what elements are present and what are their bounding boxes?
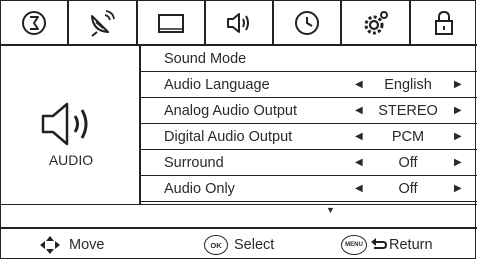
menu-item-value: English [384, 77, 432, 93]
section-title: AUDIO [48, 152, 94, 168]
right-arrow-icon[interactable]: ▶ [454, 79, 462, 90]
audio-settings-list: Sound Mode Audio Language ◀ English ▶ An… [141, 46, 477, 202]
menu-item-value: Off [398, 181, 418, 197]
clock-icon [295, 10, 320, 35]
tab-audio[interactable] [205, 1, 275, 44]
menu-item-value: Off [398, 155, 418, 171]
menu-item-audio-language[interactable]: Audio Language ◀ English ▶ [141, 72, 477, 98]
dpad-icon [40, 236, 60, 254]
tab-lock[interactable] [411, 1, 477, 44]
return-arrow-icon [371, 238, 388, 249]
left-arrow-icon[interactable]: ◀ [355, 157, 363, 168]
menu-item-analog-audio-output[interactable]: Analog Audio Output ◀ STEREO ▶ [141, 98, 477, 124]
menu-item-label: Audio Language [164, 77, 270, 93]
right-arrow-icon[interactable]: ▶ [454, 105, 462, 116]
right-arrow-icon[interactable]: ▶ [454, 131, 462, 142]
left-arrow-icon[interactable]: ◀ [355, 131, 363, 142]
menu-item-label: Audio Only [164, 181, 235, 197]
ok-button-icon: OK [204, 235, 228, 255]
menu-item-sound-mode[interactable]: Sound Mode [141, 46, 477, 72]
hint-return: MENU Return [341, 235, 433, 255]
speaker-large-icon [41, 102, 88, 146]
left-arrow-icon[interactable]: ◀ [355, 105, 363, 116]
picture-tab-icon [22, 10, 47, 35]
menu-item-audio-only[interactable]: Audio Only ◀ Off ▶ [141, 176, 477, 202]
satellite-dish-icon [91, 9, 116, 37]
screen-tab-icon [157, 13, 184, 33]
menu-item-label: Analog Audio Output [164, 103, 298, 119]
menu-item-digital-audio-output[interactable]: Digital Audio Output ◀ PCM ▶ [141, 124, 477, 150]
hint-move-label: Move [69, 237, 105, 253]
tab-screen[interactable] [138, 1, 206, 44]
hint-select: OK Select [204, 235, 274, 255]
tab-time[interactable] [274, 1, 343, 44]
hint-move: Move [37, 235, 104, 255]
menu-item-label: Digital Audio Output [164, 129, 293, 145]
scroll-down-icon[interactable]: ▼ [326, 205, 335, 215]
gear-icon [364, 10, 388, 34]
menu-item-label: Surround [164, 155, 224, 171]
menu-item-label: Sound Mode [164, 51, 247, 67]
menu-item-value: PCM [391, 129, 425, 145]
scroll-band: ▼ [1, 204, 477, 229]
menu-tabs [1, 1, 477, 46]
speaker-icon [226, 12, 249, 33]
key-hints: Move OK Select MENU Return [1, 229, 477, 260]
right-arrow-icon[interactable]: ▶ [454, 157, 462, 168]
hint-return-label: Return [389, 237, 433, 253]
menu-item-value: STEREO [378, 103, 438, 119]
menu-item-surround[interactable]: Surround ◀ Off ▶ [141, 150, 477, 176]
section-panel: AUDIO [1, 46, 141, 204]
menu-button-icon: MENU [341, 235, 367, 255]
tab-setup[interactable] [342, 1, 411, 44]
left-arrow-icon[interactable]: ◀ [355, 79, 363, 90]
audio-settings-osd: AUDIO Sound Mode Audio Language ◀ Englis… [0, 0, 477, 260]
lock-icon [434, 10, 453, 35]
tab-picture[interactable] [1, 1, 70, 44]
tab-channel[interactable] [69, 1, 138, 44]
right-arrow-icon[interactable]: ▶ [454, 183, 462, 194]
left-arrow-icon[interactable]: ◀ [355, 183, 363, 194]
hint-select-label: Select [234, 237, 275, 253]
